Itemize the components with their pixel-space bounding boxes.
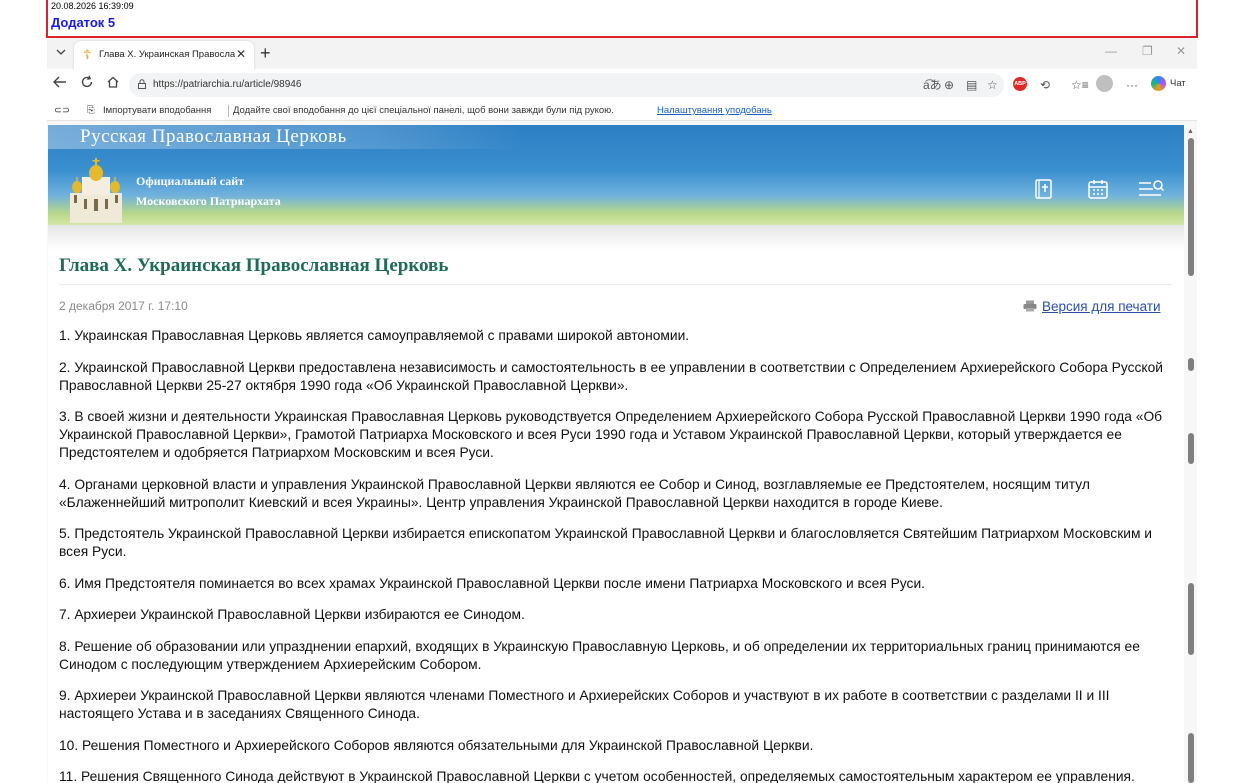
article-paragraph: 2. Украинской Православной Церкви предос…: [59, 359, 1163, 393]
article-body: 1. Украинская Православная Церковь являе…: [59, 327, 1169, 783]
calendar-icon[interactable]: [1087, 178, 1109, 200]
chat-button-label[interactable]: Чат: [1170, 78, 1186, 89]
site-header-banner: Русская Православная Церковь Официальный…: [48, 125, 1184, 225]
zoom-icon[interactable]: ⊕: [944, 77, 954, 93]
scrollbar-marker: [1188, 358, 1194, 371]
browser-window: ☦ Глава X. Украинская Православна ✕ + — …: [47, 38, 1197, 783]
scrollbar-marker: [1188, 583, 1194, 655]
address-bar-row: https://patriarchia.ru/article/98946 a͡あ…: [47, 69, 1197, 101]
annotation-attachment-label: Додаток 5: [51, 15, 116, 30]
web-page: Русская Православная Церковь Официальный…: [48, 125, 1184, 783]
page-scrollbar[interactable]: ▲: [1185, 125, 1197, 783]
more-menu-icon[interactable]: ···: [1126, 77, 1138, 93]
banner-title[interactable]: Русская Православная Церковь: [80, 126, 347, 148]
bible-icon[interactable]: [1033, 178, 1055, 200]
scroll-up-arrow-icon[interactable]: ▲: [1187, 128, 1194, 135]
adblock-extension-icon[interactable]: ABP: [1013, 77, 1027, 91]
menu-search-icon[interactable]: [1137, 178, 1165, 200]
article-paragraph: 3. В своей жизни и деятельности Украинск…: [59, 409, 1163, 460]
article-paragraph: 10. Решения Поместного и Архиерейского С…: [59, 737, 814, 753]
article-paragraph: 1. Украинская Православная Церковь являе…: [59, 328, 690, 343]
import-favorites-icon[interactable]: ⎘: [87, 105, 95, 116]
favorites-settings-link[interactable]: Налаштування уподобань: [657, 105, 772, 116]
page-title: Глава X. Украинская Православная Церковь: [59, 255, 449, 276]
reading-view-icon[interactable]: ▤: [966, 77, 977, 93]
favorites-bar-message: Додайте свої вподобання до цієї спеціаль…: [233, 105, 614, 116]
cathedral-logo-icon[interactable]: [64, 155, 128, 225]
site-info-icon[interactable]: [136, 78, 148, 90]
article-paragraph: 8. Решение об образовании или упразднени…: [59, 638, 1140, 672]
tab-close-icon[interactable]: ✕: [236, 47, 246, 61]
article-paragraph: 4. Органами церковной власти и управлени…: [59, 476, 1090, 510]
print-version-link[interactable]: Версия для печати: [1042, 299, 1161, 314]
site-name-line1: Официальный сайт: [136, 174, 245, 188]
url-field[interactable]: https://patriarchia.ru/article/98946: [129, 73, 1004, 97]
annotation-box: 20.08.2026 16:39:09 Додаток 5: [46, 0, 1198, 38]
favorites-bar-divider: [228, 105, 229, 117]
article-date: 2 декабря 2017 г. 17:10: [59, 299, 188, 313]
home-icon[interactable]: [103, 75, 123, 95]
translate-icon[interactable]: a͡あ: [923, 77, 942, 93]
site-favicon-icon: ☦: [83, 47, 92, 62]
article-paragraph: 6. Имя Предстоятеля поминается во всех х…: [59, 575, 925, 591]
new-tab-plus-icon[interactable]: +: [260, 43, 271, 63]
banner-shadow: [48, 225, 1184, 251]
scrollbar-marker: [1188, 733, 1194, 783]
profile-avatar[interactable]: [1096, 75, 1113, 92]
scrollbar-thumb[interactable]: [1188, 138, 1194, 276]
annotation-timestamp: 20.08.2026 16:39:09: [51, 1, 134, 11]
scrollbar-marker: [1188, 433, 1194, 464]
refresh-icon[interactable]: [77, 75, 97, 95]
minimize-icon[interactable]: —: [1105, 44, 1117, 58]
tab-bar: ☦ Глава X. Украинская Православна ✕ + — …: [47, 38, 1197, 69]
favorites-bar-toggle-icon[interactable]: ⊂⊃: [54, 105, 70, 116]
restore-icon[interactable]: ❐: [1142, 44, 1153, 58]
article-paragraph: 5. Предстоятель Украинской Православной …: [59, 526, 1152, 559]
printer-icon[interactable]: [1023, 300, 1037, 312]
extensions-icon[interactable]: ⟲: [1040, 77, 1050, 93]
site-name-line2: Московского Патриархата: [136, 194, 281, 208]
tab-active[interactable]: ☦ Глава X. Украинская Православна ✕: [74, 41, 254, 69]
tab-actions-chevron-icon[interactable]: [52, 45, 70, 63]
close-window-icon[interactable]: ✕: [1176, 44, 1186, 58]
copilot-icon[interactable]: [1151, 76, 1166, 91]
back-arrow-icon[interactable]: [50, 75, 70, 95]
favorites-list-icon[interactable]: ☆≡: [1071, 77, 1089, 93]
article-paragraph: 7. Архиереи Украинской Православной Церк…: [59, 607, 525, 622]
site-name[interactable]: Официальный сайт Московского Патриархата: [136, 171, 281, 211]
screenshot-frame: 20.08.2026 16:39:09 Додаток 5 ☦ Глава X.…: [0, 0, 1238, 783]
import-favorites-label[interactable]: Імпортувати вподобання: [103, 105, 211, 116]
url-text[interactable]: https://patriarchia.ru/article/98946: [153, 79, 301, 90]
title-divider: [59, 284, 1172, 285]
article-paragraph: 9. Архиереи Украинской Православной Церк…: [59, 688, 1110, 721]
article-paragraph: 11. Решения Священного Синода действуют …: [59, 769, 1135, 783]
favorites-bar: ⊂⊃ ⎘ Імпортувати вподобання Додайте свої…: [47, 101, 1197, 121]
favorite-star-icon[interactable]: ☆: [987, 77, 998, 93]
tab-title: Глава X. Украинская Православна: [99, 49, 235, 60]
